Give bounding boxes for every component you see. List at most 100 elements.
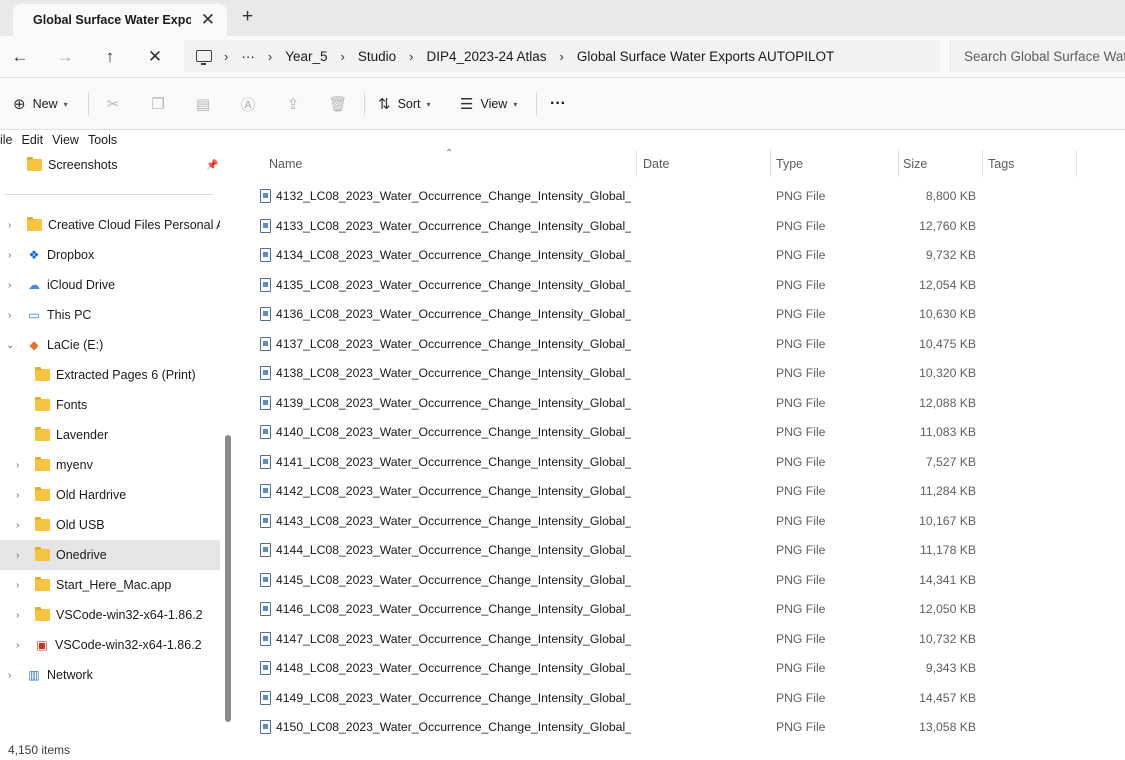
chevron-right-icon[interactable]: › [8,220,11,231]
nav-item-old-usb[interactable]: › Old USB [0,510,220,540]
file-row[interactable]: 4138_LC08_2023_Water_Occurrence_Change_I… [236,358,1125,388]
chevron-right-icon[interactable]: › [268,49,272,64]
chevron-right-icon[interactable]: › [16,520,19,531]
file-row[interactable]: 4145_LC08_2023_Water_Occurrence_Change_I… [236,565,1125,595]
delete-icon[interactable]: 🗑 [326,92,350,116]
file-row[interactable]: 4134_LC08_2023_Water_Occurrence_Change_I… [236,240,1125,270]
chevron-right-icon[interactable]: › [16,550,19,561]
file-row[interactable]: 4141_LC08_2023_Water_Occurrence_Change_I… [236,447,1125,477]
file-row[interactable]: 4136_LC08_2023_Water_Occurrence_Change_I… [236,299,1125,329]
chevron-right-icon[interactable]: › [8,250,11,261]
up-arrow-icon[interactable]: ↑ [97,44,123,70]
file-row[interactable]: 4149_LC08_2023_Water_Occurrence_Change_I… [236,683,1125,713]
chevron-right-icon[interactable]: › [16,610,19,621]
chevron-right-icon[interactable]: › [16,460,19,471]
rename-icon[interactable]: Ⓐ [236,92,260,116]
menu-file[interactable]: ile [0,133,13,147]
nav-item-start-here[interactable]: › Start_Here_Mac.app [0,570,220,600]
column-header-tags[interactable]: Tags [988,150,1014,177]
file-row[interactable]: 4144_LC08_2023_Water_Occurrence_Change_I… [236,535,1125,565]
nav-item-vscode-folder[interactable]: › VSCode-win32-x64-1.86.2 [0,600,220,630]
chevron-down-icon[interactable]: ⌄ [6,340,14,351]
chevron-right-icon[interactable]: › [16,640,19,651]
file-row[interactable]: 4137_LC08_2023_Water_Occurrence_Change_I… [236,329,1125,359]
paste-icon[interactable]: ▤ [191,92,215,116]
menu-edit[interactable]: Edit [22,133,44,147]
chevron-right-icon[interactable]: › [224,49,228,64]
nav-item-old-hardrive[interactable]: › Old Hardrive [0,480,220,510]
chevron-right-icon[interactable]: › [409,49,413,64]
close-icon[interactable]: ✕ [201,10,215,30]
nav-item-onedrive[interactable]: › Onedrive [0,540,220,570]
breadcrumb-item[interactable]: Studio [358,49,396,64]
column-header-type[interactable]: Type [776,150,803,177]
chevron-down-icon: ▾ [513,99,518,109]
breadcrumb-item[interactable]: Year_5 [285,49,327,64]
nav-item-screenshots[interactable]: Screenshots 📌 [0,150,220,180]
scrollbar[interactable] [225,435,231,722]
nav-item-creative-cloud[interactable]: › Creative Cloud Files Personal Account [0,210,220,240]
file-row[interactable]: 4133_LC08_2023_Water_Occurrence_Change_I… [236,211,1125,241]
nav-item-network[interactable]: › ▥ Network [0,660,220,690]
column-header-name[interactable]: Name [269,150,302,177]
column-header-date[interactable]: Date [643,150,669,177]
nav-item-this-pc[interactable]: › ▭ This PC [0,300,220,330]
nav-item-vscode-archive[interactable]: › ▣ VSCode-win32-x64-1.86.2 [0,630,220,660]
chevron-right-icon[interactable]: › [8,670,11,681]
nav-item-extracted-pages[interactable]: Extracted Pages 6 (Print) [0,360,220,390]
forward-arrow-icon[interactable]: → [52,44,78,70]
file-name: 4138_LC08_2023_Water_Occurrence_Change_I… [276,366,631,380]
nav-item-icloud[interactable]: › ☁ iCloud Drive [0,270,220,300]
breadcrumb-item[interactable]: DIP4_2023-24 Atlas [426,49,546,64]
column-divider[interactable] [1076,150,1077,177]
column-divider[interactable] [898,150,899,177]
file-size: 11,178 KB [919,543,976,557]
menu-view[interactable]: View [52,133,79,147]
file-name: 4141_LC08_2023_Water_Occurrence_Change_I… [276,454,631,469]
pin-icon[interactable]: 📌 [206,160,218,171]
nav-item-dropbox[interactable]: › ❖ Dropbox [0,240,220,270]
chevron-right-icon[interactable]: › [340,49,344,64]
chevron-right-icon[interactable]: › [16,490,19,501]
menu-tools[interactable]: Tools [88,133,117,147]
breadcrumb-item[interactable]: Global Surface Water Exports AUTOPILOT [577,49,834,64]
file-row[interactable]: 4150_LC08_2023_Water_Occurrence_Change_I… [236,712,1125,742]
cut-icon[interactable]: ✂ [101,92,125,116]
sort-button[interactable]: ⇅ Sort ▾ [378,92,431,116]
back-arrow-icon[interactable]: ← [7,44,33,70]
view-label: View [480,97,508,111]
view-button[interactable]: ☰ View ▾ [460,92,517,116]
file-row[interactable]: 4139_LC08_2023_Water_Occurrence_Change_I… [236,388,1125,418]
plus-icon[interactable]: + [242,6,253,28]
nav-item-fonts[interactable]: Fonts [0,390,220,420]
nav-item-lacie[interactable]: ⌄ ◆ LaCie (E:) [0,330,220,360]
new-button[interactable]: ⊕ New ▾ [13,92,68,116]
column-divider[interactable] [770,150,771,177]
image-file-icon [260,572,271,587]
file-row[interactable]: 4146_LC08_2023_Water_Occurrence_Change_I… [236,594,1125,624]
file-row[interactable]: 4148_LC08_2023_Water_Occurrence_Change_I… [236,653,1125,683]
file-row[interactable]: 4143_LC08_2023_Water_Occurrence_Change_I… [236,506,1125,536]
search-input[interactable]: Search Global Surface Water Exports AUTO… [950,40,1125,72]
column-header-size[interactable]: Size [903,150,927,177]
nav-item-myenv[interactable]: › myenv [0,450,220,480]
file-row[interactable]: 4140_LC08_2023_Water_Occurrence_Change_I… [236,417,1125,447]
column-divider[interactable] [982,150,983,177]
file-row[interactable]: 4135_LC08_2023_Water_Occurrence_Change_I… [236,270,1125,300]
column-divider[interactable] [636,150,637,177]
chevron-right-icon[interactable]: › [560,49,564,64]
file-row[interactable]: 4132_LC08_2023_Water_Occurrence_Change_I… [236,181,1125,211]
nav-item-lavender[interactable]: Lavender [0,420,220,450]
chevron-right-icon[interactable]: › [8,310,11,321]
chevron-right-icon[interactable]: › [8,280,11,291]
breadcrumb-ellipsis[interactable]: ··· [241,49,255,64]
share-icon[interactable]: ⇪ [281,92,305,116]
chevron-right-icon[interactable]: › [16,580,19,591]
stop-icon[interactable]: ✕ [142,44,168,70]
tab-active[interactable]: Global Surface Water Exports AUTOPILOT ✕ [13,4,227,36]
file-row[interactable]: 4142_LC08_2023_Water_Occurrence_Change_I… [236,476,1125,506]
copy-icon[interactable]: ❐ [146,92,170,116]
more-button[interactable]: ··· [550,92,566,116]
file-row[interactable]: 4147_LC08_2023_Water_Occurrence_Change_I… [236,624,1125,654]
address-bar[interactable]: › ··· › Year_5 › Studio › DIP4_2023-24 A… [184,40,940,72]
